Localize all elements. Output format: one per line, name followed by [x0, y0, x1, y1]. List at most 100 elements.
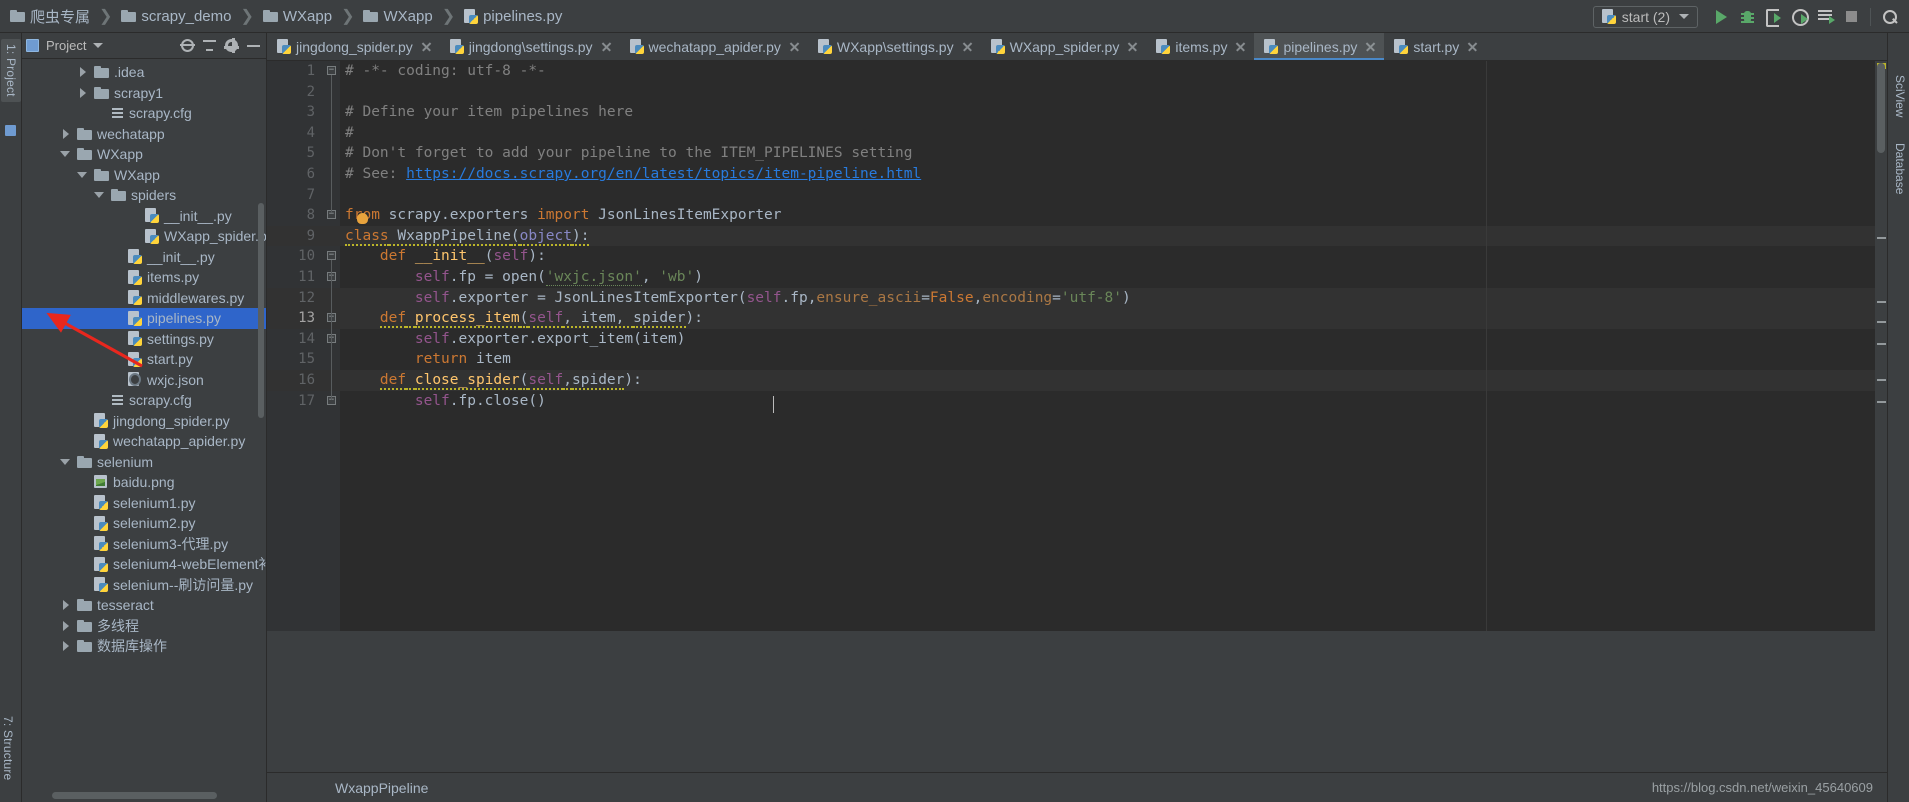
tree-item-wxapp[interactable]: WXapp	[22, 165, 266, 186]
hide-panel-button[interactable]	[244, 37, 262, 55]
code-line-15[interactable]: 15 return item	[267, 349, 1887, 370]
tree-item--init-py[interactable]: __init__.py	[22, 206, 266, 227]
tool-window-tab-sciview[interactable]: SciView	[1893, 75, 1907, 117]
breadcrumb-item-4[interactable]: pipelines.py	[462, 8, 564, 25]
code-line-12[interactable]: 12 self.exporter = JsonLinesItemExporter…	[267, 287, 1887, 309]
close-icon[interactable]	[1364, 41, 1376, 53]
editor-tab-wxapp-settings-py[interactable]: WXapp\settings.py	[808, 33, 981, 60]
code-line-9[interactable]: 9 class WxappPipeline(object):	[267, 225, 1887, 247]
project-file-tree[interactable]: .idea scrapy1 scrapy.cfg wechatapp WXapp WXap…	[22, 59, 266, 802]
tree-twisty-closed-icon[interactable]	[77, 87, 89, 99]
tree-item-wxapp-spider-py[interactable]: WXapp_spider.py	[22, 226, 266, 247]
close-icon[interactable]	[788, 41, 800, 53]
tree-item-scrapy1[interactable]: scrapy1	[22, 83, 266, 104]
tree-item-wechatapp[interactable]: wechatapp	[22, 124, 266, 145]
close-icon[interactable]	[600, 41, 612, 53]
scrollbar-thumb[interactable]	[1877, 63, 1885, 153]
tool-window-tab-database[interactable]: Database	[1893, 143, 1907, 194]
code-line-8[interactable]: 8 from scrapy.exporters import JsonLinesI…	[267, 205, 1887, 226]
tree-twisty-open-icon[interactable]	[60, 456, 72, 468]
code-line-5[interactable]: 5 # Don't forget to add your pipeline to …	[267, 143, 1887, 164]
code-line-13[interactable]: 13 def process_item(self, item, spider):	[267, 308, 1887, 329]
tree-item-scrapy-cfg[interactable]: scrapy.cfg	[22, 390, 266, 411]
breadcrumb-item-1[interactable]: scrapy_demo	[119, 8, 233, 25]
tool-window-tab-project[interactable]: 1: Project	[1, 39, 21, 102]
close-icon[interactable]	[1126, 41, 1138, 53]
code-editor[interactable]: 1 # -*- coding: utf-8 -*- 2 3 # Define your …	[267, 61, 1887, 631]
tree-item--init-py[interactable]: __init__.py	[22, 247, 266, 268]
code-line-7[interactable]: 7	[267, 185, 1887, 206]
code-line-10[interactable]: 10 def __init__(self):	[267, 246, 1887, 267]
breadcrumb-item-2[interactable]: WXapp	[261, 8, 334, 25]
code-line-16[interactable]: 16 def close_spider(self,spider):	[267, 369, 1887, 391]
tree-twisty-closed-icon[interactable]	[60, 128, 72, 140]
code-line-14[interactable]: 14 self.exporter.export_item(item)	[267, 329, 1887, 350]
tree-twisty-closed-icon[interactable]	[60, 640, 72, 652]
tree-twisty-closed-icon[interactable]	[77, 66, 89, 78]
tree-item-selenium-py[interactable]: selenium--刷访问量.py	[22, 575, 266, 596]
tree-item-start-py[interactable]: start.py	[22, 349, 266, 370]
editor-tab-pipelines-py[interactable]: pipelines.py	[1254, 33, 1385, 60]
code-content[interactable]: 1 # -*- coding: utf-8 -*- 2 3 # Define your …	[267, 61, 1887, 631]
editor-tab-jingdong-settings-py[interactable]: jingdong\settings.py	[440, 33, 620, 60]
tree-twisty-open-icon[interactable]	[77, 169, 89, 181]
chevron-down-icon[interactable]	[93, 43, 104, 48]
code-line-4[interactable]: 4 #	[267, 123, 1887, 144]
tree-item-selenium2-py[interactable]: selenium2.py	[22, 513, 266, 534]
editor-tab-wxapp-spider-py[interactable]: WXapp_spider.py	[981, 33, 1147, 60]
status-breadcrumb[interactable]: WxappPipeline	[267, 780, 428, 796]
tree-item-middlewares-py[interactable]: middlewares.py	[22, 288, 266, 309]
editor-scrollbar-vertical[interactable]	[1875, 61, 1887, 631]
tree-item-spiders[interactable]: spiders	[22, 185, 266, 206]
fold-marker-line-9[interactable]: −	[327, 251, 336, 260]
tree-item--[interactable]: 多线程	[22, 616, 266, 637]
run-coverage-button[interactable]	[1760, 4, 1786, 30]
code-line-6[interactable]: 6 # See: https://docs.scrapy.org/en/lates…	[267, 164, 1887, 185]
profile-button[interactable]	[1786, 4, 1812, 30]
run-configuration-selector[interactable]: start (2)	[1592, 5, 1698, 28]
editor-tab-start-py[interactable]: start.py	[1384, 33, 1486, 60]
editor-tab-items-py[interactable]: items.py	[1146, 33, 1254, 60]
tree-item-tesseract[interactable]: tesseract	[22, 595, 266, 616]
fold-marker-line-1[interactable]: −	[327, 66, 336, 75]
tree-twisty-closed-icon[interactable]	[60, 620, 72, 632]
project-panel-scrollbar-vertical[interactable]	[258, 203, 264, 418]
search-everywhere-button[interactable]	[1877, 4, 1903, 30]
collapse-all-button[interactable]	[200, 37, 218, 55]
tree-item--idea[interactable]: .idea	[22, 62, 266, 83]
tree-item-wxapp[interactable]: WXapp	[22, 144, 266, 165]
code-line-11[interactable]: 11 self.fp = open('wxjc.json', 'wb')	[267, 267, 1887, 288]
run-with-console-button[interactable]	[1812, 4, 1838, 30]
tree-item-items-py[interactable]: items.py	[22, 267, 266, 288]
tree-item-selenium3-py[interactable]: selenium3-代理.py	[22, 534, 266, 555]
editor-tab-jingdong-spider-py[interactable]: jingdong_spider.py	[267, 33, 440, 60]
code-line-3[interactable]: 3 # Define your item pipelines here	[267, 102, 1887, 123]
tool-window-tab-structure[interactable]: 7: Structure	[1, 716, 15, 780]
close-icon[interactable]	[1234, 41, 1246, 53]
close-icon[interactable]	[1466, 41, 1478, 53]
close-icon[interactable]	[420, 41, 432, 53]
tree-twisty-open-icon[interactable]	[60, 148, 72, 160]
code-line-2[interactable]: 2	[267, 82, 1887, 103]
tree-item-selenium[interactable]: selenium	[22, 452, 266, 473]
tree-item-settings-py[interactable]: settings.py	[22, 329, 266, 350]
tree-item-scrapy-cfg[interactable]: scrapy.cfg	[22, 103, 266, 124]
tree-item-selenium1-py[interactable]: selenium1.py	[22, 493, 266, 514]
select-opened-file-button[interactable]	[178, 37, 196, 55]
run-button[interactable]	[1708, 4, 1734, 30]
code-line-1[interactable]: 1 # -*- coding: utf-8 -*-	[267, 61, 1887, 82]
tree-item-baidu-png[interactable]: baidu.png	[22, 472, 266, 493]
editor-tab-wechatapp-apider-py[interactable]: wechatapp_apider.py	[620, 33, 808, 60]
stop-button[interactable]	[1838, 4, 1864, 30]
tree-item-jingdong-spider-py[interactable]: jingdong_spider.py	[22, 411, 266, 432]
tree-item-wechatapp-apider-py[interactable]: wechatapp_apider.py	[22, 431, 266, 452]
tree-twisty-closed-icon[interactable]	[60, 599, 72, 611]
tree-item-wxjc-json[interactable]: wxjc.json	[22, 370, 266, 391]
tree-item--[interactable]: 数据库操作	[22, 636, 266, 657]
project-panel-scrollbar-horizontal[interactable]	[52, 792, 217, 799]
tree-twisty-open-icon[interactable]	[94, 189, 106, 201]
debug-button[interactable]	[1734, 4, 1760, 30]
tree-item-selenium4-webelement-py[interactable]: selenium4-webElement补充.py	[22, 554, 266, 575]
panel-settings-button[interactable]	[222, 37, 240, 55]
intention-bulb-icon[interactable]	[357, 213, 368, 224]
